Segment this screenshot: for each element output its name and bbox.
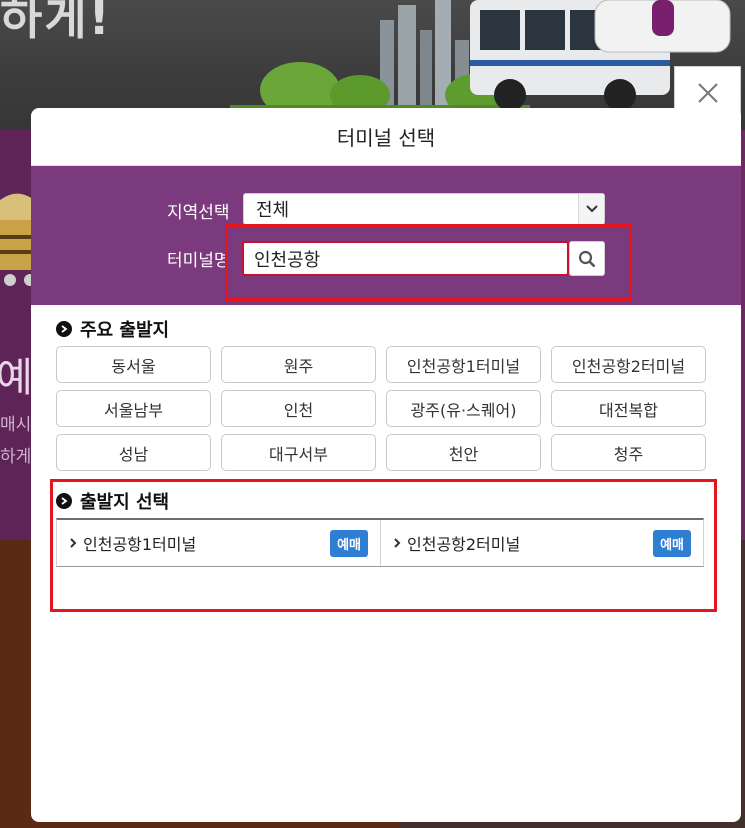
major-departure-button[interactable]: 인천공항1터미널 [386, 346, 541, 383]
region-select-value: 전체 [256, 200, 290, 221]
major-departures-title: 주요 출발지 [80, 320, 170, 341]
major-departure-button[interactable]: 서울남부 [56, 390, 211, 427]
chevron-down-icon[interactable] [578, 194, 604, 224]
terminal-search-input[interactable] [242, 241, 569, 276]
chevron-right-circle-icon [56, 321, 72, 337]
major-departure-button[interactable]: 광주(유·스퀘어) [386, 390, 541, 427]
departure-select-heading: 출발지 선택 [56, 488, 169, 514]
close-icon [697, 83, 718, 103]
departure-results-table: 인천공항1터미널 예매 인천공항2터미널 예매 [56, 518, 704, 567]
hero-headline: 하게! [0, 0, 112, 45]
side-big-text: 예 [0, 355, 33, 401]
terminal-select-modal: 터미널 선택 지역선택 전체 터미널명 주요 출발지 동서울 원주 인천공항1터… [31, 108, 741, 822]
terminal-name-label: 터미널명 [167, 251, 230, 271]
major-departure-button[interactable]: 인천 [221, 390, 376, 427]
modal-title: 터미널 선택 [31, 108, 741, 166]
search-button[interactable] [569, 241, 605, 276]
chevron-right-icon [394, 538, 401, 548]
major-departure-button[interactable]: 인천공항2터미널 [551, 346, 706, 383]
major-departure-button[interactable]: 원주 [221, 346, 376, 383]
chevron-right-circle-icon [56, 493, 72, 509]
departure-result-name: 인천공항1터미널 [83, 535, 197, 554]
reserve-button[interactable]: 예매 [653, 529, 691, 557]
major-departure-button[interactable]: 동서울 [56, 346, 211, 383]
major-departures-grid: 동서울 원주 인천공항1터미널 인천공항2터미널 서울남부 인천 광주(유·스퀘… [56, 346, 716, 471]
side-small-text-1: 매시 [0, 415, 32, 435]
major-departure-button[interactable]: 대전복합 [551, 390, 706, 427]
departure-result-item[interactable]: 인천공항1터미널 예매 [57, 520, 380, 566]
major-departure-button[interactable]: 성남 [56, 434, 211, 471]
major-departures-heading: 주요 출발지 [56, 316, 169, 342]
filter-panel: 지역선택 전체 터미널명 [31, 166, 741, 305]
region-label: 지역선택 [167, 203, 230, 223]
search-icon [578, 250, 596, 267]
chevron-right-icon [70, 538, 77, 548]
departure-select-title: 출발지 선택 [80, 492, 170, 513]
departure-result-item[interactable]: 인천공항2터미널 예매 [380, 520, 703, 566]
major-departure-button[interactable]: 대구서부 [221, 434, 376, 471]
side-small-text-2: 하게 [0, 447, 32, 467]
major-departure-button[interactable]: 천안 [386, 434, 541, 471]
region-select[interactable]: 전체 [243, 193, 605, 225]
departure-result-name: 인천공항2터미널 [407, 535, 521, 554]
reserve-button[interactable]: 예매 [330, 529, 368, 557]
major-departure-button[interactable]: 청주 [551, 434, 706, 471]
